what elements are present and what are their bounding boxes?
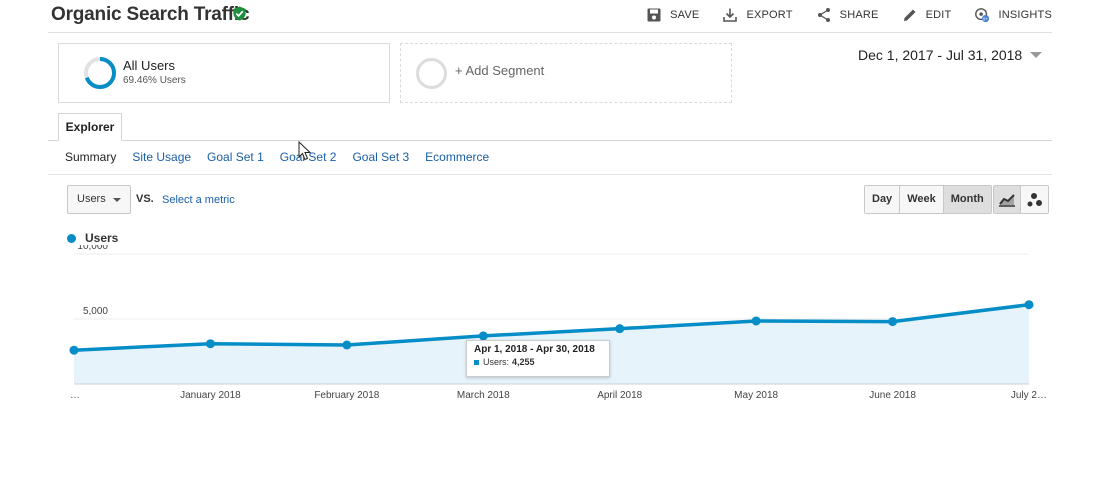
x-tick-label: March 2018 — [457, 390, 510, 401]
x-tick-label: July 2… — [1011, 390, 1047, 401]
period-selector: Day Week Month — [864, 185, 992, 214]
share-icon — [817, 8, 830, 22]
mouse-cursor-icon — [298, 141, 312, 161]
subtab-divider — [48, 174, 1052, 175]
chart-legend: Users — [67, 231, 118, 245]
data-point[interactable] — [615, 324, 625, 334]
select-metric-link[interactable]: Select a metric — [162, 194, 235, 206]
save-button[interactable]: SAVE — [646, 7, 699, 23]
subtab-summary[interactable]: Summary — [65, 150, 116, 164]
add-segment-button[interactable]: + Add Segment — [400, 43, 732, 103]
insights-label: INSIGHTS — [998, 9, 1052, 21]
share-label: SHARE — [839, 9, 879, 21]
chevron-down-icon — [1030, 52, 1043, 58]
x-tick-label: February 2018 — [314, 390, 379, 401]
subtab-goal-set-3[interactable]: Goal Set 3 — [352, 150, 409, 164]
segment-ring-icon — [84, 57, 116, 89]
report-title: Organic Search Traffic — [51, 4, 250, 25]
date-range-picker[interactable]: Dec 1, 2017 - Jul 31, 2018 — [858, 47, 1043, 63]
x-tick-label: April 2018 — [597, 390, 642, 401]
segment-all-users[interactable]: All Users 69.46% Users — [58, 43, 390, 103]
data-point[interactable] — [69, 345, 79, 355]
users-line-chart: 10,000 5,000 … January 2018 February 2018 Mar… — [69, 245, 1047, 401]
edit-label: EDIT — [925, 9, 952, 21]
motion-chart-icon — [1027, 192, 1042, 206]
chart-tooltip: Apr 1, 2018 - Apr 30, 2018 Users: 4,255 — [466, 340, 610, 377]
y-tick-label: 5,000 — [83, 306, 108, 317]
period-day-button[interactable]: Day — [865, 186, 901, 213]
period-month-button[interactable]: Month — [943, 186, 991, 213]
period-week-button[interactable]: Week — [900, 186, 944, 213]
metric-dropdown-label: Users — [77, 193, 106, 205]
data-point[interactable] — [1024, 300, 1034, 310]
data-point[interactable] — [205, 339, 215, 349]
export-icon — [723, 8, 738, 22]
insights-icon: 9+ — [975, 8, 990, 23]
subtab-goal-set-1[interactable]: Goal Set 1 — [207, 150, 264, 164]
data-point[interactable] — [342, 340, 352, 350]
tooltip-swatch — [474, 359, 479, 365]
motion-chart-button[interactable] — [1021, 186, 1048, 213]
legend-label: Users — [85, 231, 119, 245]
line-chart-button[interactable] — [994, 186, 1021, 213]
line-chart-icon — [999, 193, 1015, 207]
export-button[interactable]: EXPORT — [722, 7, 792, 23]
save-label: SAVE — [670, 9, 700, 21]
chevron-down-icon — [113, 198, 121, 202]
tab-divider — [48, 140, 1052, 141]
x-tick-label: … — [70, 390, 80, 401]
x-tick-label: May 2018 — [734, 390, 778, 401]
x-tick-label: June 2018 — [869, 390, 916, 401]
explorer-subtabs: Summary Site Usage Goal Set 1 Goal Set 2… — [65, 150, 505, 164]
svg-text:9+: 9+ — [983, 16, 989, 21]
report-actions: SAVE EXPORT SHARE EDIT 9+ INSIGHTS — [623, 6, 1052, 24]
tooltip-row: Users: 4,255 — [474, 357, 602, 367]
segment-percentage: 69.46% Users — [123, 75, 186, 86]
edit-icon — [903, 9, 916, 21]
share-button[interactable]: SHARE — [816, 7, 879, 23]
verified-icon — [233, 6, 246, 21]
vs-label: VS. — [136, 193, 154, 205]
metric-dropdown[interactable]: Users — [67, 185, 131, 214]
data-point[interactable] — [751, 316, 761, 326]
save-icon — [647, 8, 661, 22]
tooltip-title: Apr 1, 2018 - Apr 30, 2018 — [474, 344, 595, 355]
x-tick-label: January 2018 — [180, 390, 241, 401]
report-header: Organic Search Traffic SAVE EXPORT SHARE… — [48, 0, 1052, 33]
subtab-site-usage[interactable]: Site Usage — [132, 150, 191, 164]
add-segment-label: + Add Segment — [455, 63, 545, 78]
data-point[interactable] — [888, 317, 898, 327]
tooltip-metric: Users: — [483, 357, 510, 367]
segment-name: All Users — [123, 58, 176, 73]
chart-type-selector — [993, 185, 1049, 214]
subtab-ecommerce[interactable]: Ecommerce — [425, 150, 489, 164]
export-label: EXPORT — [746, 9, 793, 21]
tab-explorer[interactable]: Explorer — [58, 113, 122, 141]
insights-button[interactable]: 9+ INSIGHTS — [974, 7, 1052, 23]
tooltip-value: 4,255 — [512, 357, 535, 367]
y-tick-label: 10,000 — [77, 245, 108, 252]
add-segment-ring-icon — [416, 58, 447, 89]
legend-swatch — [67, 233, 76, 243]
date-range-label: Dec 1, 2017 - Jul 31, 2018 — [858, 47, 1023, 63]
edit-button[interactable]: EDIT — [902, 7, 952, 23]
